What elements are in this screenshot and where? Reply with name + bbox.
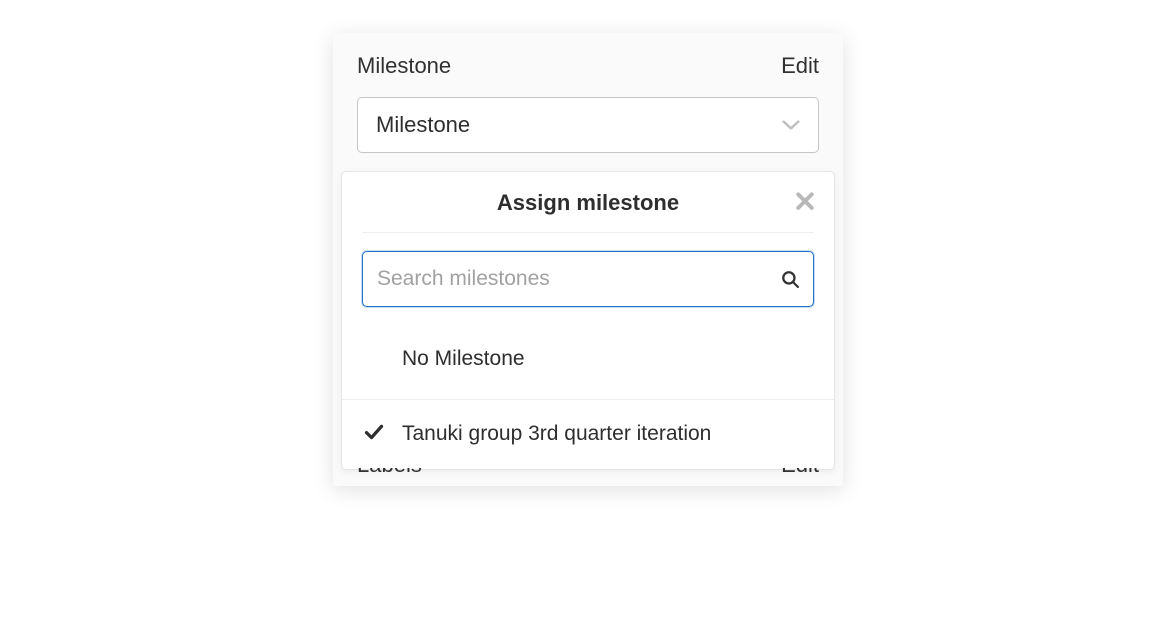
check-icon bbox=[364, 422, 384, 442]
milestone-header: Milestone Edit bbox=[333, 33, 843, 97]
search-icon bbox=[781, 270, 799, 288]
milestone-dropdown-label: Milestone bbox=[376, 112, 470, 138]
search-wrap bbox=[342, 233, 834, 317]
labels-header-partial: Labels Edit bbox=[333, 468, 843, 484]
option-label: No Milestone bbox=[402, 347, 525, 370]
option-tanuki-q3[interactable]: Tanuki group 3rd quarter iteration bbox=[342, 399, 834, 468]
search-box bbox=[362, 251, 814, 307]
dropdown-title: Assign milestone bbox=[497, 190, 679, 215]
chevron-down-icon bbox=[782, 116, 800, 134]
milestone-sidebar-panel: Milestone Edit Milestone Assign mileston… bbox=[333, 33, 843, 486]
assign-milestone-dropdown: Assign milestone No Milestone Tanuki bbox=[341, 171, 835, 470]
option-no-milestone[interactable]: No Milestone bbox=[342, 317, 834, 399]
milestone-options-list: No Milestone Tanuki group 3rd quarter it… bbox=[342, 317, 834, 469]
dropdown-header: Assign milestone bbox=[362, 172, 814, 233]
edit-button[interactable]: Edit bbox=[781, 53, 819, 79]
milestone-dropdown-toggle[interactable]: Milestone bbox=[357, 97, 819, 153]
search-input[interactable] bbox=[363, 252, 813, 306]
option-label: Tanuki group 3rd quarter iteration bbox=[402, 422, 711, 445]
milestone-title: Milestone bbox=[357, 53, 451, 79]
close-icon[interactable] bbox=[796, 192, 814, 210]
